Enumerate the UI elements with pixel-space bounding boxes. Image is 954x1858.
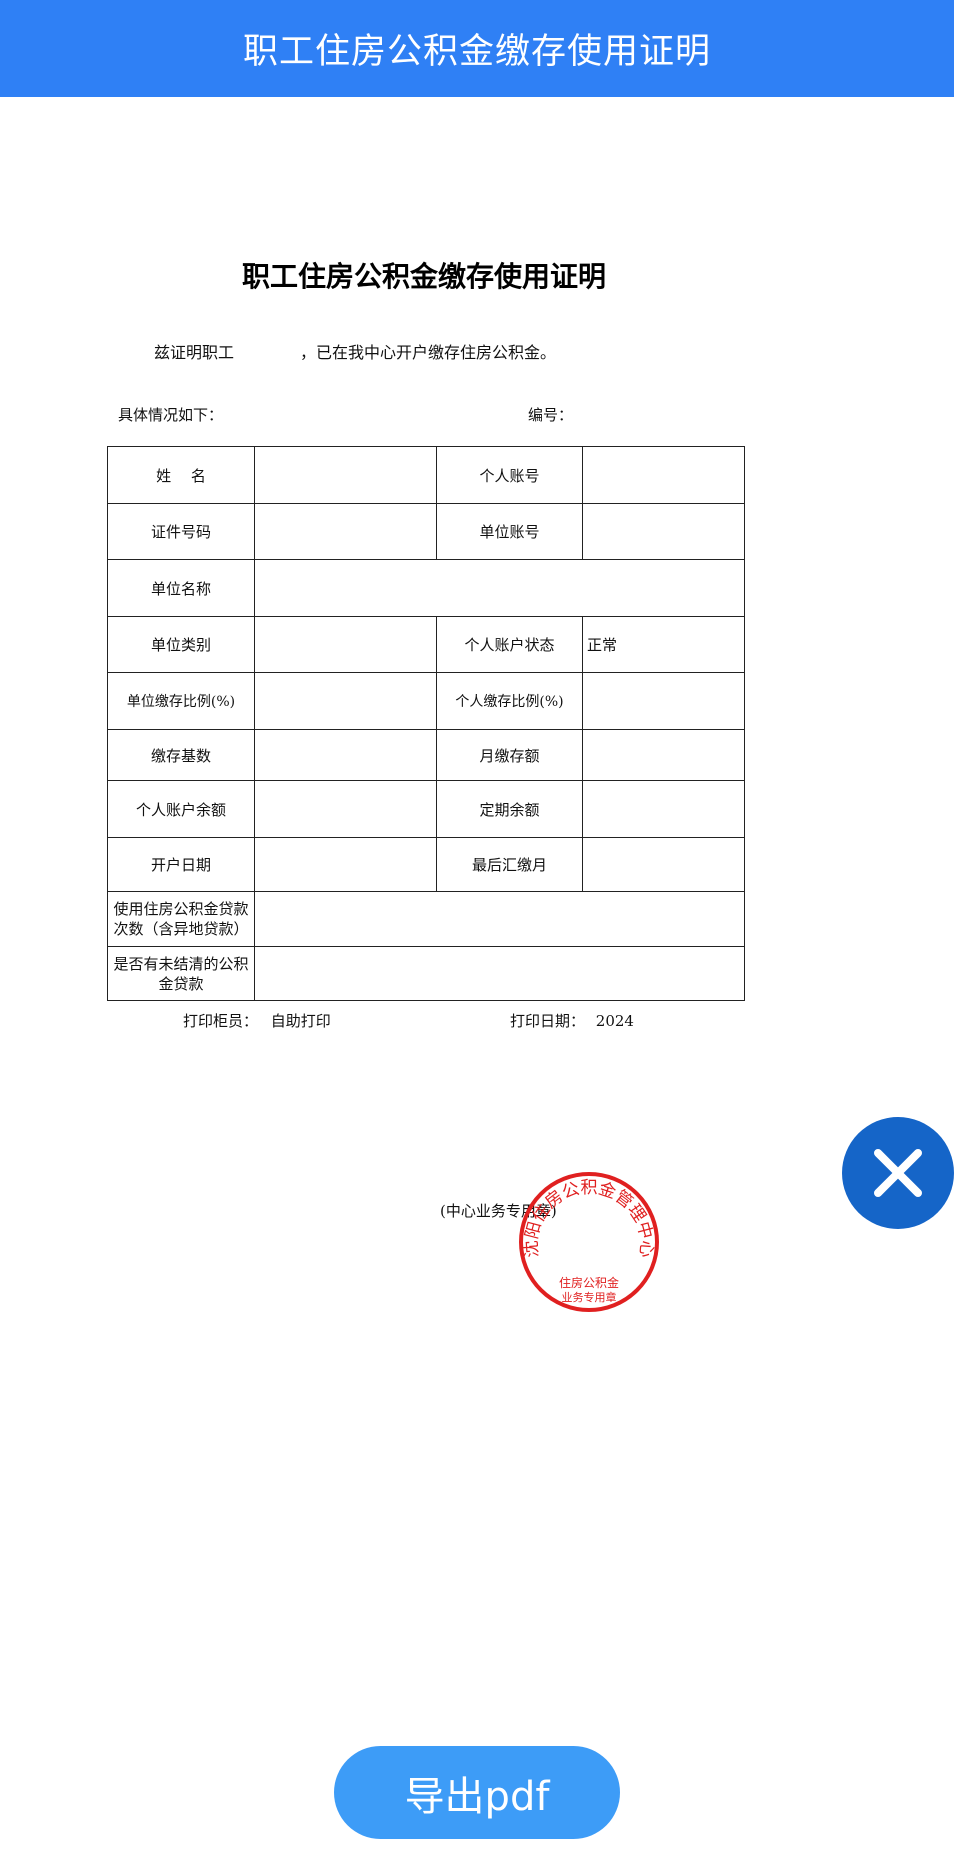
loan-count-label: 使用住房公积金贷款次数（含异地贷款） (107, 891, 255, 947)
table-row: 开户日期 最后汇缴月 (107, 837, 745, 892)
serial-number-label: 编号： (528, 406, 574, 424)
page-title: 职工住房公积金缴存使用证明 (242, 32, 711, 72)
seal-inner-line-2: 业务专用章 (562, 1290, 617, 1304)
unit-type-label: 单位类别 (107, 616, 255, 673)
printer-label: 打印柜员： (183, 1012, 259, 1030)
unit-name-label: 单位名称 (107, 559, 255, 617)
table-row: 单位名称 (107, 559, 745, 617)
seal-arc-text: 沈阳住房公积金管理中心 (522, 1178, 657, 1258)
unit-ratio-value (254, 672, 437, 730)
personal-account-value (582, 446, 745, 504)
details-label: 具体情况如下： (118, 406, 224, 424)
printer-line: 打印柜员： 自助打印 (183, 1010, 331, 1031)
loan-count-value (254, 891, 745, 947)
base-value (254, 729, 437, 781)
personal-ratio-label: 个人缴存比例(%) (436, 672, 583, 730)
unit-account-label: 单位账号 (436, 503, 583, 560)
table-row: 单位缴存比例(%) 个人缴存比例(%) (107, 672, 745, 730)
app-header: 职工住房公积金缴存使用证明 (0, 0, 954, 97)
table-row: 单位类别 个人账户状态 正常 (107, 616, 745, 673)
open-date-value (254, 837, 437, 892)
table-row: 是否有未结清的公积金贷款 (107, 946, 745, 1001)
monthly-label: 月缴存额 (436, 729, 583, 781)
intro-prefix: 兹证明职工 (154, 343, 235, 362)
last-month-value (582, 837, 745, 892)
print-date-line: 打印日期： 2024 (510, 1010, 634, 1031)
account-status-label: 个人账户状态 (436, 616, 583, 673)
monthly-value (582, 729, 745, 781)
intro-suffix: ，已在我中心开户缴存住房公积金。 (300, 343, 557, 362)
table-row: 个人账户余额 定期余额 (107, 780, 745, 838)
info-table: 姓 名 个人账号 证件号码 单位账号 单位名称 单位类别 个人账户状态 正常 单… (107, 446, 745, 1001)
unit-ratio-label: 单位缴存比例(%) (107, 672, 255, 730)
table-row: 缴存基数 月缴存额 (107, 729, 745, 781)
unsettled-loan-value (254, 946, 745, 1001)
id-number-value (254, 503, 437, 560)
table-row: 使用住房公积金贷款次数（含异地贷款） (107, 891, 745, 947)
table-row: 证件号码 单位账号 (107, 503, 745, 560)
unit-type-value (254, 616, 437, 673)
personal-ratio-value (582, 672, 745, 730)
close-button[interactable] (842, 1117, 954, 1229)
account-status-value: 正常 (582, 616, 745, 673)
unsettled-loan-label: 是否有未结清的公积金贷款 (107, 946, 255, 1001)
fixed-balance-value (582, 780, 745, 838)
personal-account-label: 个人账号 (436, 446, 583, 504)
official-seal: 沈阳住房公积金管理中心 住房公积金 业务专用章 (519, 1172, 659, 1312)
intro-statement: 兹证明职工 ，已在我中心开户缴存住房公积金。 (154, 339, 556, 363)
unit-name-value (254, 559, 745, 617)
seal-inner-line-1: 住房公积金 (559, 1275, 619, 1290)
close-icon (874, 1149, 922, 1197)
name-value (254, 446, 437, 504)
balance-value (254, 780, 437, 838)
name-label: 姓 名 (107, 446, 255, 504)
print-date-value: 2024 (595, 1012, 634, 1030)
open-date-label: 开户日期 (107, 837, 255, 892)
fixed-balance-label: 定期余额 (436, 780, 583, 838)
last-month-label: 最后汇缴月 (436, 837, 583, 892)
certificate-document: 职工住房公积金缴存使用证明 兹证明职工 ，已在我中心开户缴存住房公积金。 具体情况… (0, 97, 954, 1747)
unit-account-value (582, 503, 745, 560)
printer-value: 自助打印 (270, 1012, 331, 1030)
print-date-label: 打印日期： (510, 1012, 586, 1030)
base-label: 缴存基数 (107, 729, 255, 781)
table-row: 姓 名 个人账号 (107, 446, 745, 504)
document-title: 职工住房公积金缴存使用证明 (241, 260, 606, 293)
balance-label: 个人账户余额 (107, 780, 255, 838)
export-pdf-button[interactable]: 导出pdf (334, 1746, 620, 1839)
id-number-label: 证件号码 (107, 503, 255, 560)
